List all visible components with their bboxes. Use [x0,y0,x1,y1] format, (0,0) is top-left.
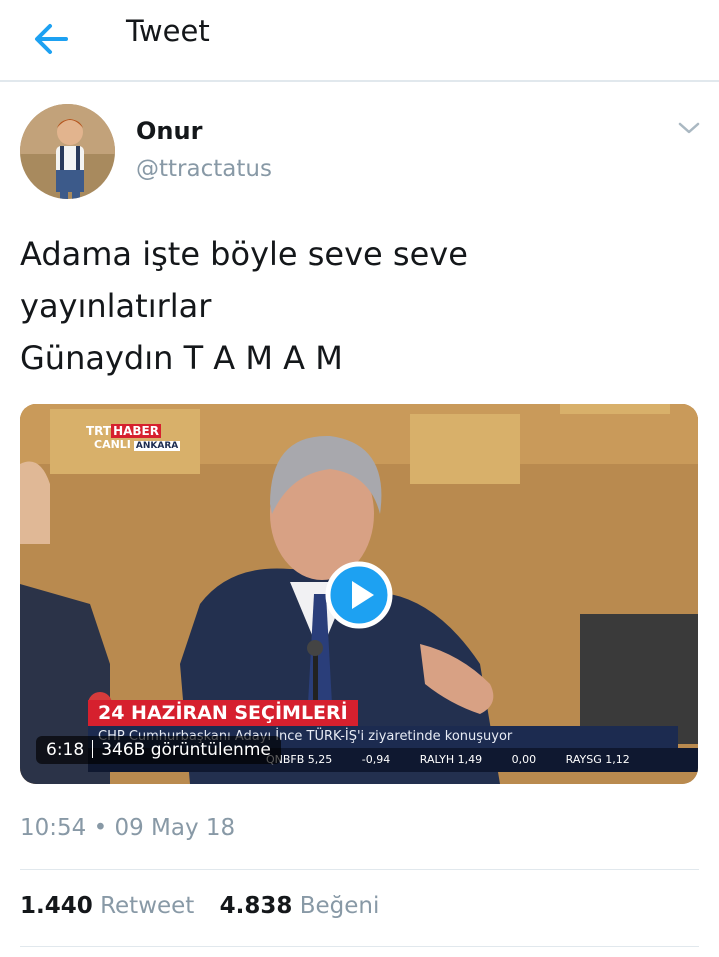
video-duration: 6:18 [46,740,85,760]
ticker-item: 0,00 [511,753,537,766]
divider [20,869,699,870]
chevron-down-icon[interactable] [677,118,701,138]
retweet-label[interactable]: Retweet [100,893,194,919]
divider [92,740,94,758]
channel-logo: TRT HABER CANLI ANKARA [86,424,181,453]
like-label[interactable]: Beğeni [300,893,380,919]
play-icon[interactable] [325,561,393,629]
author-name[interactable]: Onur [136,117,202,145]
tweet-stats: 1.440 Retweet 4.838 Beğeni [20,893,397,919]
video-player[interactable]: TRT HABER CANLI ANKARA 24 HAZİRAN SEÇİMLER… [20,404,698,784]
ticker-item: RAYSG 1,12 [565,753,630,766]
channel-brand: TRT [86,424,112,438]
tweet-line: Günaydın T A M A M [20,339,343,377]
arrow-left-icon[interactable] [30,20,72,58]
avatar[interactable] [20,104,115,199]
tweet-line: yayınlatırlar [20,287,212,325]
news-headline: 24 HAZİRAN SEÇİMLERİ [88,700,358,726]
divider [20,946,699,947]
tweet-line: Adama işte böyle seve seve [20,235,468,273]
author-handle[interactable]: @ttractatus [136,156,272,182]
tweet-timestamp[interactable]: 10:54 • 09 May 18 [20,815,235,841]
video-views: 346B görüntülenme [101,740,271,760]
page-title: Tweet [126,14,210,48]
ticker-item: -0,94 [361,753,391,766]
channel-program: HABER [111,424,161,438]
retweet-count[interactable]: 1.440 [20,893,93,919]
live-label: CANLI [94,438,131,451]
ticker-item: RALYH 1,49 [419,753,483,766]
top-bar: Tweet [0,0,719,82]
tweet-text: Adama işte böyle seve seve yayınlatırlar… [20,228,680,384]
video-duration-badge: 6:18 346B görüntülenme [36,736,281,764]
channel-city: ANKARA [133,441,181,451]
like-count[interactable]: 4.838 [220,893,293,919]
